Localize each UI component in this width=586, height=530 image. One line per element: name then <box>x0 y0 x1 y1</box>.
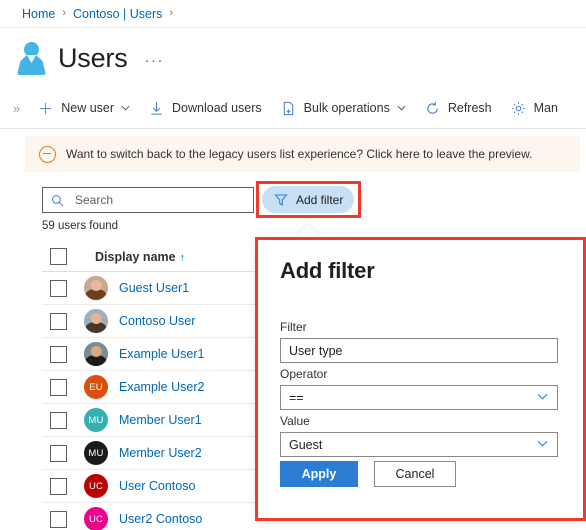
breadcrumb-item-home[interactable]: Home <box>22 7 55 21</box>
row-select-checkbox[interactable] <box>50 411 67 429</box>
manage-view-button[interactable]: Man <box>503 92 565 124</box>
refresh-label: Refresh <box>447 101 492 115</box>
avatar-initials: EU <box>84 375 108 399</box>
user-display-name-link[interactable]: User Contoso <box>119 479 195 493</box>
user-display-name-link[interactable]: Example User2 <box>119 380 204 394</box>
user-display-name-link[interactable]: Example User1 <box>119 347 204 361</box>
legacy-experience-banner[interactable]: Want to switch back to the legacy users … <box>25 136 580 172</box>
download-users-label: Download users <box>172 101 262 115</box>
user-display-name-link[interactable]: User2 Contoso <box>119 512 202 526</box>
download-users-button[interactable]: Download users <box>141 92 269 124</box>
value-field-select[interactable]: Guest <box>280 432 558 457</box>
apply-button[interactable]: Apply <box>280 461 358 487</box>
breadcrumb-separator-icon-2: › <box>169 7 174 19</box>
download-icon <box>148 100 165 117</box>
row-select-checkbox[interactable] <box>50 510 67 528</box>
value-field-label: Value <box>280 414 310 428</box>
page-more-menu-button[interactable]: ··· <box>145 52 165 69</box>
azure-users-page: Home › Contoso | Users › Users ··· » New… <box>0 0 586 530</box>
add-filter-button-label: Add filter <box>296 192 344 207</box>
avatar-photo <box>84 342 108 366</box>
avatar-initials: UC <box>84 507 108 530</box>
new-user-label: New user <box>61 101 115 115</box>
bulk-operations-button[interactable]: Bulk operations <box>273 92 413 124</box>
avatar-initials: MU <box>84 408 108 432</box>
avatar-photo <box>84 309 108 333</box>
bulk-operations-icon <box>280 100 297 117</box>
gear-icon <box>510 100 527 117</box>
chevron-down-icon-operator[interactable] <box>537 392 548 403</box>
column-header-display-name[interactable]: Display name ↑ <box>95 250 185 264</box>
operator-field-select[interactable]: == <box>280 385 558 410</box>
operator-field-label: Operator <box>280 367 328 381</box>
row-select-checkbox[interactable] <box>50 477 67 495</box>
minus-circle-icon <box>39 145 56 163</box>
refresh-icon <box>424 100 441 117</box>
command-bar: » New user Download users Bulk operation… <box>0 88 586 129</box>
bulk-operations-label: Bulk operations <box>303 101 390 115</box>
panel-actions: Apply Cancel <box>280 461 456 487</box>
select-all-checkbox[interactable] <box>50 248 67 265</box>
users-found-count: 59 users found <box>42 220 119 232</box>
add-filter-panel-title: Add filter <box>280 258 375 283</box>
page-title: Users <box>58 42 128 73</box>
user-display-name-link[interactable]: Member User1 <box>119 413 202 427</box>
search-box[interactable] <box>42 187 254 213</box>
cancel-button[interactable]: Cancel <box>374 461 456 487</box>
user-display-name-link[interactable]: Contoso User <box>119 314 195 328</box>
breadcrumb-separator-icon: › <box>62 7 67 19</box>
operator-field-value: == <box>289 390 304 405</box>
plus-icon <box>37 100 54 117</box>
avatar-photo <box>84 276 108 300</box>
search-icon <box>51 194 64 207</box>
new-user-button[interactable]: New user <box>30 92 137 124</box>
row-select-checkbox[interactable] <box>50 345 67 363</box>
funnel-icon <box>274 193 288 207</box>
search-input[interactable] <box>73 192 243 208</box>
page-header: Users ··· <box>0 29 586 87</box>
nav-expander-icon[interactable]: » <box>7 101 26 116</box>
row-select-checkbox[interactable] <box>50 312 67 330</box>
filter-field-label: Filter <box>280 320 307 334</box>
user-avatar-icon <box>14 40 48 76</box>
chevron-down-icon[interactable] <box>121 103 130 113</box>
value-field-value: Guest <box>289 437 323 452</box>
add-filter-panel: Add filter Filter User type Operator == … <box>258 240 583 518</box>
column-header-display-name-label: Display name <box>95 249 176 264</box>
filter-field-value: User type <box>289 343 343 358</box>
row-select-checkbox[interactable] <box>50 444 67 462</box>
manage-view-label: Man <box>533 101 558 115</box>
chevron-down-icon-2[interactable] <box>397 103 406 113</box>
user-display-name-link[interactable]: Member User2 <box>119 446 202 460</box>
add-filter-button[interactable]: Add filter <box>262 186 354 213</box>
row-select-checkbox[interactable] <box>50 279 67 297</box>
breadcrumb: Home › Contoso | Users › <box>0 0 586 28</box>
avatar-initials: UC <box>84 474 108 498</box>
row-select-checkbox[interactable] <box>50 378 67 396</box>
sort-ascending-icon: ↑ <box>179 251 186 264</box>
filter-field-input[interactable]: User type <box>280 338 558 363</box>
operator-field-group: Operator == <box>280 367 558 410</box>
legacy-experience-banner-text: Want to switch back to the legacy users … <box>66 147 533 161</box>
chevron-down-icon-value[interactable] <box>537 439 548 450</box>
avatar-initials: MU <box>84 441 108 465</box>
breadcrumb-item-contoso-users[interactable]: Contoso | Users <box>73 7 162 21</box>
refresh-button[interactable]: Refresh <box>417 92 499 124</box>
value-field-group: Value Guest <box>280 414 558 457</box>
filter-field-group: Filter User type <box>280 320 558 363</box>
user-display-name-link[interactable]: Guest User1 <box>119 281 189 295</box>
